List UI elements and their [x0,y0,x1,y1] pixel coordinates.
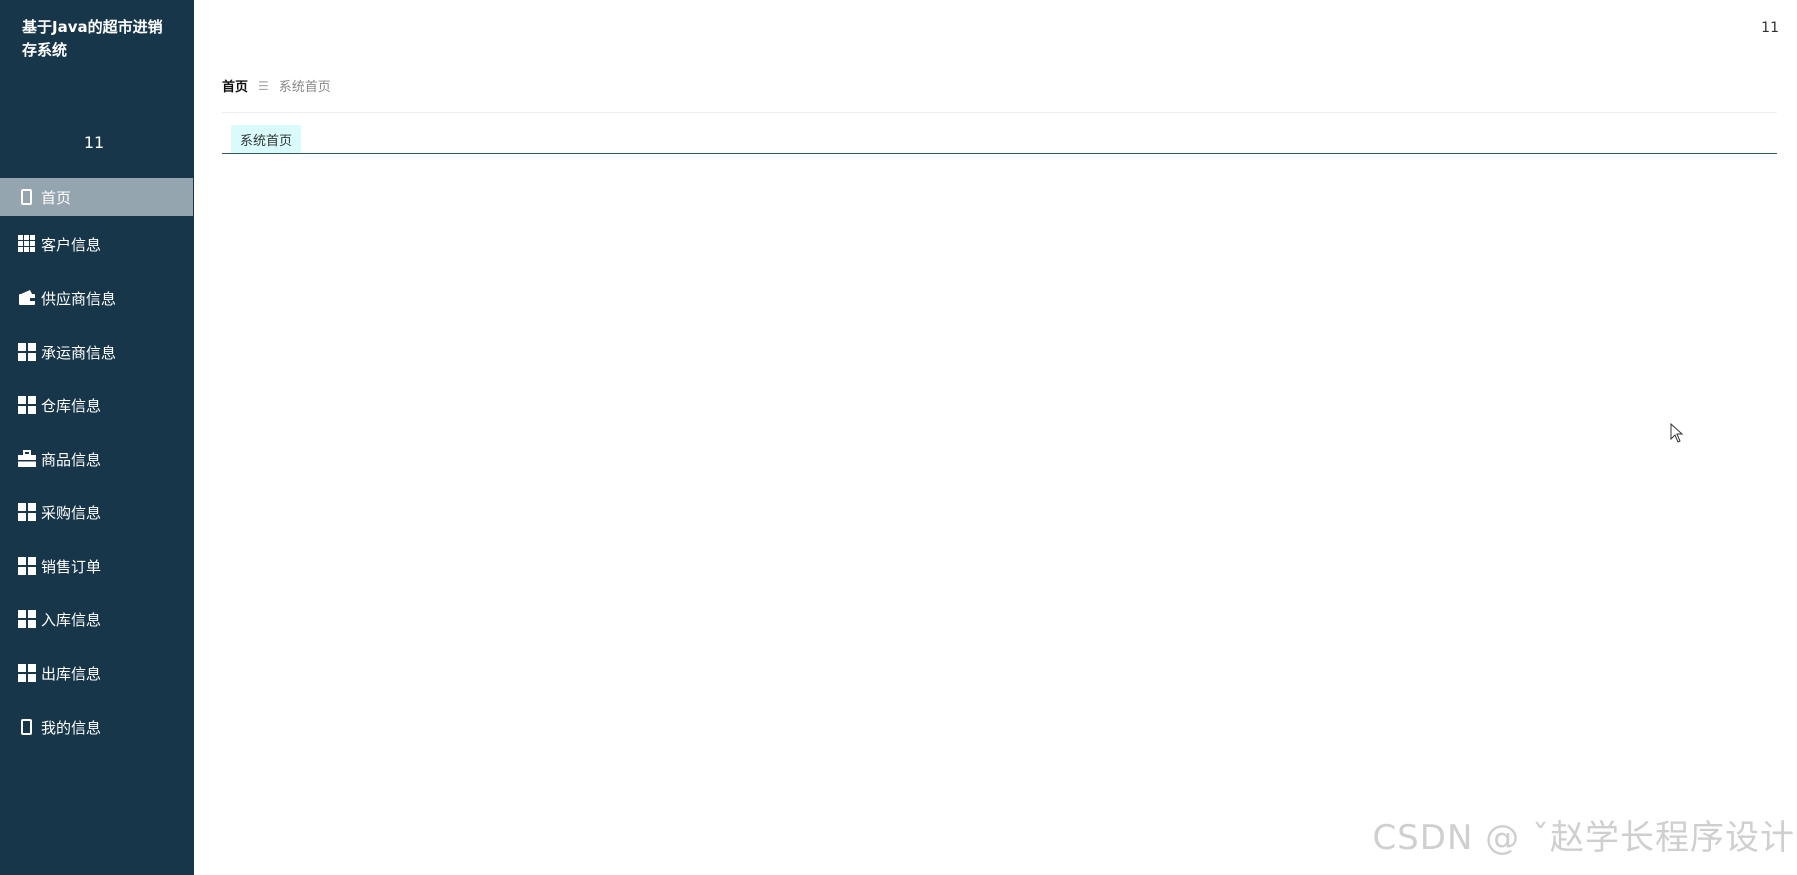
sidebar-item-outbound[interactable]: 出库信息 [0,654,194,692]
sidebar-item-carriers[interactable]: 承运商信息 [0,333,194,371]
sidebar-item-warehouses[interactable]: 仓库信息 [0,386,194,424]
breadcrumb-separator-icon: ☰ [258,78,269,93]
sidebar-item-label: 仓库信息 [41,396,102,415]
sidebar-item-label: 首页 [41,188,72,207]
app-title: 基于Java的超市进销存系统 [22,18,163,59]
breadcrumb-home[interactable]: 首页 [222,76,248,95]
sidebar-item-purchases[interactable]: 采购信息 [0,493,194,531]
mouse-cursor-icon [1670,422,1684,447]
sidebar-item-products[interactable]: 商品信息 [0,440,194,478]
grid4-icon [18,503,36,521]
sidebar-item-label: 我的信息 [41,718,102,737]
phone-icon [18,718,36,736]
sidebar-item-sales-orders[interactable]: 销售订单 [0,547,194,585]
watermark: CSDN @ ˇ赵学长程序设计 [1372,818,1795,858]
briefcase-icon [18,450,36,468]
sidebar-item-label: 商品信息 [41,450,102,469]
sidebar-item-home[interactable]: 首页 [0,178,193,216]
grid4-icon [18,664,36,682]
grid4-icon [18,396,36,414]
sidebar-item-label: 入库信息 [41,610,102,629]
main-content: 11 首页 ☰ 系统首页 系统首页 CSDN @ ˇ赵学长程序设计 [194,0,1797,875]
tab-bar: 系统首页 [222,112,1777,154]
sidebar-item-label: 采购信息 [41,503,102,522]
breadcrumb: 首页 ☰ 系统首页 [222,76,331,96]
sidebar-user-name: 11 [83,133,105,152]
sidebar-item-inbound[interactable]: 入库信息 [0,600,194,638]
grid-icon [18,235,36,253]
sidebar-item-label: 供应商信息 [41,289,117,308]
sidebar: 基于Java的超市进销存系统 11 首页 客户信息 供应商信息 承运商信息 仓库… [0,0,194,875]
tab-system-home[interactable]: 系统首页 [231,125,302,153]
breadcrumb-current: 系统首页 [278,80,331,95]
sidebar-item-label: 承运商信息 [41,343,117,362]
app-window: 基于Java的超市进销存系统 11 首页 客户信息 供应商信息 承运商信息 仓库… [0,0,1797,875]
sidebar-item-my-info[interactable]: 我的信息 [0,708,194,746]
wallet-icon [18,289,36,307]
phone-icon [18,188,36,206]
grid4-icon [18,557,36,575]
grid4-icon [18,343,36,361]
sidebar-item-label: 出库信息 [41,664,102,683]
sidebar-item-label: 客户信息 [41,235,102,254]
grid4-icon [18,610,36,628]
sidebar-item-label: 销售订单 [41,557,102,576]
sidebar-item-suppliers[interactable]: 供应商信息 [0,279,194,317]
sidebar-item-customers[interactable]: 客户信息 [0,225,194,263]
header-user[interactable]: 11 [1761,20,1779,36]
